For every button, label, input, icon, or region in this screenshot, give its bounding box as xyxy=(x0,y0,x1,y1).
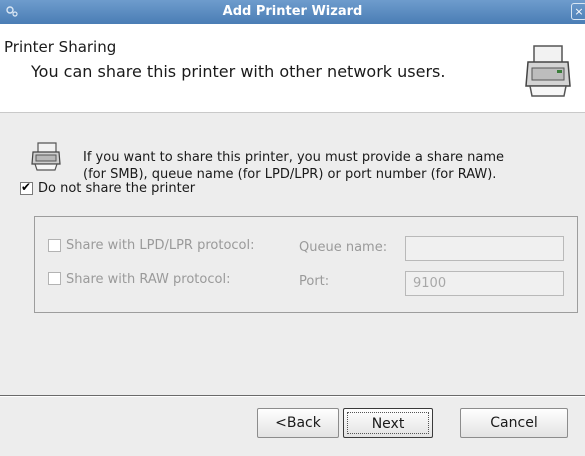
next-button-label: Next xyxy=(347,412,429,434)
checkmark-icon: ✔ xyxy=(21,180,32,194)
info-line-1: If you want to share this printer, you m… xyxy=(83,150,504,165)
back-button[interactable]: <Back xyxy=(257,408,339,438)
printer-icon xyxy=(525,45,571,97)
queue-name-label: Queue name: xyxy=(299,240,388,255)
window-title: Add Printer Wizard xyxy=(222,4,363,19)
wizard-header: Printer Sharing You can share this print… xyxy=(0,24,585,113)
sharing-options-group xyxy=(34,216,578,313)
do-not-share-checkbox[interactable]: ✔ xyxy=(20,180,33,195)
info-text: If you want to share this printer, you m… xyxy=(83,149,583,183)
cancel-button[interactable]: Cancel xyxy=(460,408,568,438)
close-icon[interactable]: × xyxy=(571,3,585,20)
next-button[interactable]: Next xyxy=(343,408,433,438)
title-bar: Add Printer Wizard × xyxy=(0,0,585,24)
lpd-share-checkbox[interactable] xyxy=(48,239,61,252)
printer-small-icon xyxy=(31,142,61,171)
do-not-share-label[interactable]: Do not share the printer xyxy=(38,181,195,196)
port-label: Port: xyxy=(299,274,330,289)
page-title: Printer Sharing xyxy=(4,38,117,56)
raw-share-checkbox[interactable] xyxy=(48,272,61,285)
port-input[interactable] xyxy=(405,271,564,296)
queue-name-input[interactable] xyxy=(405,236,564,261)
page-subtitle: You can share this printer with other ne… xyxy=(31,62,446,81)
raw-share-label[interactable]: Share with RAW protocol: xyxy=(66,272,230,287)
lpd-share-label[interactable]: Share with LPD/LPR protocol: xyxy=(66,238,255,253)
button-separator xyxy=(0,395,585,397)
